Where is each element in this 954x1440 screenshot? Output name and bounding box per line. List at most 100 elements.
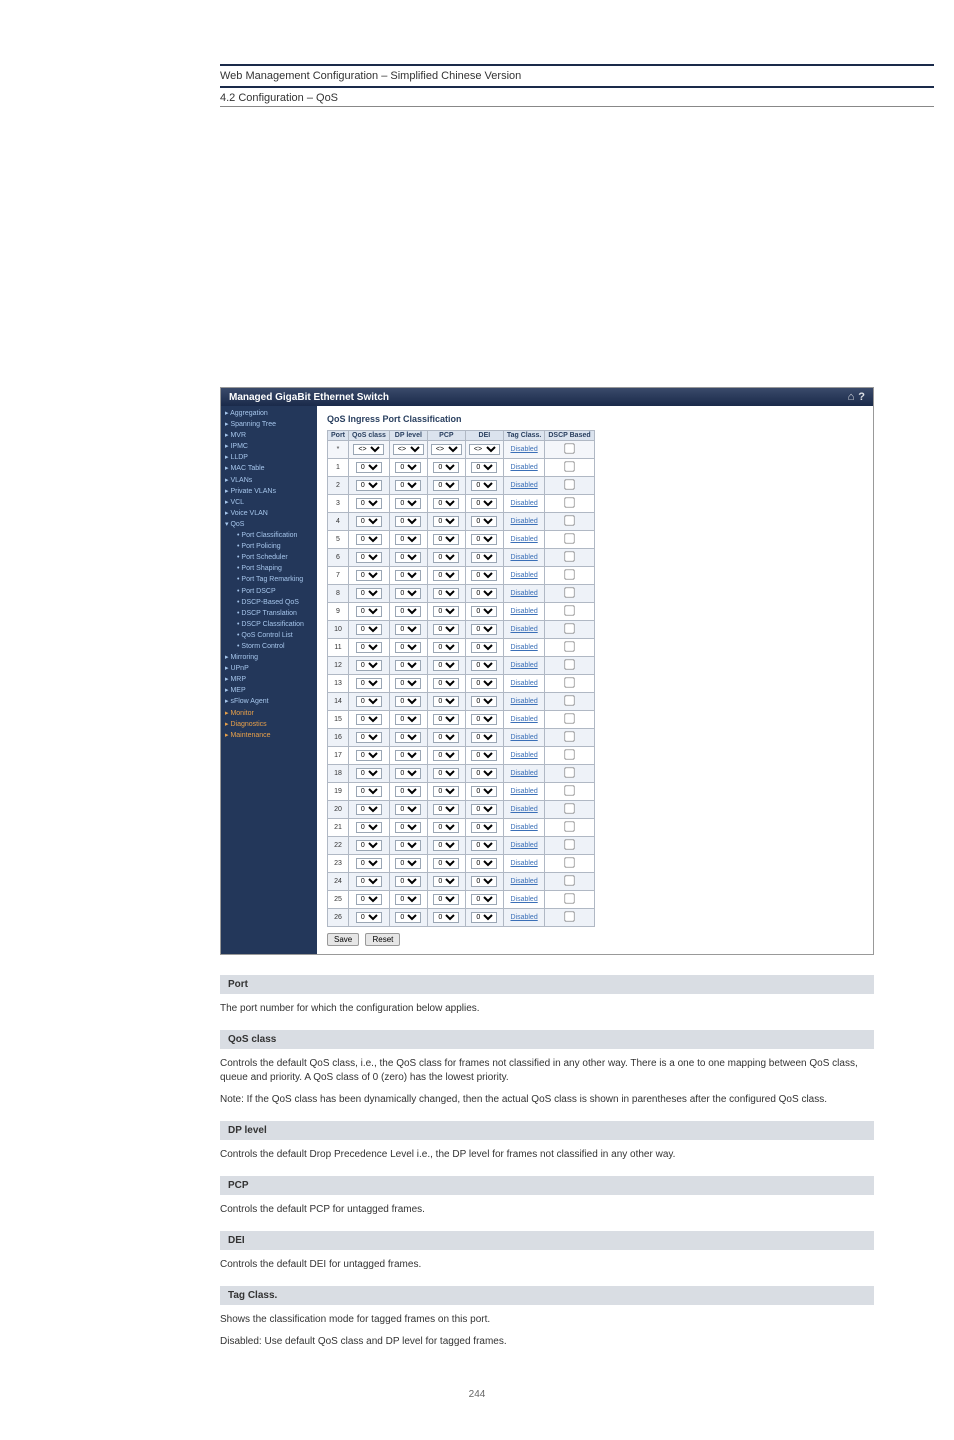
value-select[interactable]: 0 bbox=[433, 912, 459, 923]
tag-class-link[interactable]: Disabled bbox=[510, 806, 537, 813]
dscp-checkbox[interactable] bbox=[564, 497, 574, 507]
value-select[interactable]: 0 bbox=[433, 804, 459, 815]
dscp-checkbox[interactable] bbox=[564, 785, 574, 795]
value-select[interactable]: 0 bbox=[471, 498, 497, 509]
sidebar-item[interactable]: • DSCP Classification bbox=[221, 619, 317, 630]
dscp-checkbox[interactable] bbox=[564, 893, 574, 903]
sidebar-item[interactable]: ▸ UPnP bbox=[221, 663, 317, 674]
tag-class-link[interactable]: Disabled bbox=[510, 536, 537, 543]
value-select[interactable]: 0 bbox=[356, 570, 382, 581]
tag-class-link[interactable]: Disabled bbox=[510, 734, 537, 741]
value-select[interactable]: 0 bbox=[395, 462, 421, 473]
dscp-checkbox[interactable] bbox=[564, 911, 574, 921]
tag-class-link[interactable]: Disabled bbox=[510, 914, 537, 921]
value-select[interactable]: 0 bbox=[356, 534, 382, 545]
sidebar-item[interactable]: ▸ IPMC bbox=[221, 441, 317, 452]
value-select[interactable]: 0 bbox=[356, 660, 382, 671]
dscp-checkbox[interactable] bbox=[564, 605, 574, 615]
tag-class-link[interactable]: Disabled bbox=[510, 608, 537, 615]
value-select[interactable]: 0 bbox=[433, 498, 459, 509]
value-select[interactable]: 0 bbox=[433, 534, 459, 545]
value-select[interactable]: 0 bbox=[471, 588, 497, 599]
value-select[interactable]: 0 bbox=[356, 588, 382, 599]
value-select[interactable]: 0 bbox=[395, 480, 421, 491]
value-select[interactable]: 0 bbox=[433, 678, 459, 689]
value-select[interactable]: 0 bbox=[433, 714, 459, 725]
value-select[interactable]: 0 bbox=[356, 552, 382, 563]
dscp-checkbox[interactable] bbox=[564, 731, 574, 741]
tag-class-link[interactable]: Disabled bbox=[510, 878, 537, 885]
value-select[interactable]: 0 bbox=[395, 624, 421, 635]
tag-class-link[interactable]: Disabled bbox=[510, 662, 537, 669]
value-select[interactable]: 0 bbox=[356, 642, 382, 653]
sidebar-item[interactable]: ▸ MVR bbox=[221, 430, 317, 441]
value-select[interactable]: 0 bbox=[395, 912, 421, 923]
tag-class-link[interactable]: Disabled bbox=[510, 788, 537, 795]
value-select[interactable]: 0 bbox=[395, 606, 421, 617]
value-select[interactable]: 0 bbox=[471, 642, 497, 653]
value-select[interactable]: 0 bbox=[471, 840, 497, 851]
value-select[interactable]: 0 bbox=[471, 570, 497, 581]
dscp-checkbox[interactable] bbox=[564, 821, 574, 831]
value-select[interactable]: 0 bbox=[356, 462, 382, 473]
tag-class-link[interactable]: Disabled bbox=[510, 626, 537, 633]
value-select[interactable]: 0 bbox=[471, 822, 497, 833]
value-select[interactable]: 0 bbox=[395, 786, 421, 797]
value-select[interactable]: 0 bbox=[356, 606, 382, 617]
dscp-checkbox[interactable] bbox=[564, 713, 574, 723]
value-select[interactable]: 0 bbox=[433, 696, 459, 707]
value-select[interactable]: <> bbox=[469, 444, 500, 455]
dscp-checkbox[interactable] bbox=[564, 551, 574, 561]
value-select[interactable]: 0 bbox=[395, 678, 421, 689]
value-select[interactable]: 0 bbox=[395, 696, 421, 707]
sidebar-item[interactable]: • Port Policing bbox=[221, 541, 317, 552]
value-select[interactable]: 0 bbox=[395, 714, 421, 725]
value-select[interactable]: 0 bbox=[395, 768, 421, 779]
value-select[interactable]: 0 bbox=[471, 894, 497, 905]
value-select[interactable]: 0 bbox=[395, 732, 421, 743]
value-select[interactable]: 0 bbox=[471, 732, 497, 743]
tag-class-link[interactable]: Disabled bbox=[510, 572, 537, 579]
value-select[interactable]: 0 bbox=[471, 876, 497, 887]
value-select[interactable]: 0 bbox=[395, 876, 421, 887]
value-select[interactable]: 0 bbox=[395, 822, 421, 833]
sidebar-item[interactable]: • Port Shaping bbox=[221, 563, 317, 574]
dscp-checkbox[interactable] bbox=[564, 695, 574, 705]
dscp-checkbox[interactable] bbox=[564, 749, 574, 759]
value-select[interactable]: 0 bbox=[356, 822, 382, 833]
tag-class-link[interactable]: Disabled bbox=[510, 842, 537, 849]
tag-class-link[interactable]: Disabled bbox=[510, 446, 537, 453]
value-select[interactable]: 0 bbox=[356, 624, 382, 635]
value-select[interactable]: 0 bbox=[471, 858, 497, 869]
sidebar-item[interactable]: ▸ Private VLANs bbox=[221, 486, 317, 497]
sidebar-item[interactable]: ▸ LLDP bbox=[221, 452, 317, 463]
sidebar-item[interactable]: • Port Scheduler bbox=[221, 552, 317, 563]
value-select[interactable]: 0 bbox=[471, 624, 497, 635]
reset-button[interactable]: Reset bbox=[365, 933, 400, 946]
value-select[interactable]: 0 bbox=[433, 480, 459, 491]
value-select[interactable]: 0 bbox=[433, 732, 459, 743]
sidebar-item[interactable]: ▸ Maintenance bbox=[221, 730, 317, 741]
value-select[interactable]: 0 bbox=[433, 768, 459, 779]
value-select[interactable]: 0 bbox=[356, 732, 382, 743]
value-select[interactable]: 0 bbox=[356, 498, 382, 509]
dscp-checkbox[interactable] bbox=[564, 587, 574, 597]
help-icon[interactable]: ? bbox=[858, 391, 865, 403]
value-select[interactable]: 0 bbox=[433, 516, 459, 527]
tag-class-link[interactable]: Disabled bbox=[510, 698, 537, 705]
sidebar-item[interactable]: ▸ MEP bbox=[221, 685, 317, 696]
value-select[interactable]: 0 bbox=[433, 822, 459, 833]
dscp-checkbox[interactable] bbox=[564, 461, 574, 471]
value-select[interactable]: 0 bbox=[471, 534, 497, 545]
sidebar-item[interactable]: ▸ MAC Table bbox=[221, 463, 317, 474]
tag-class-link[interactable]: Disabled bbox=[510, 590, 537, 597]
sidebar-item[interactable]: • DSCP-Based QoS bbox=[221, 597, 317, 608]
dscp-checkbox[interactable] bbox=[564, 875, 574, 885]
value-select[interactable]: 0 bbox=[356, 786, 382, 797]
value-select[interactable]: 0 bbox=[471, 606, 497, 617]
value-select[interactable]: 0 bbox=[433, 552, 459, 563]
value-select[interactable]: 0 bbox=[395, 552, 421, 563]
sidebar-item[interactable]: ▸ Diagnostics bbox=[221, 719, 317, 730]
sidebar-item[interactable]: ▾ QoS bbox=[221, 519, 317, 530]
value-select[interactable]: 0 bbox=[356, 804, 382, 815]
